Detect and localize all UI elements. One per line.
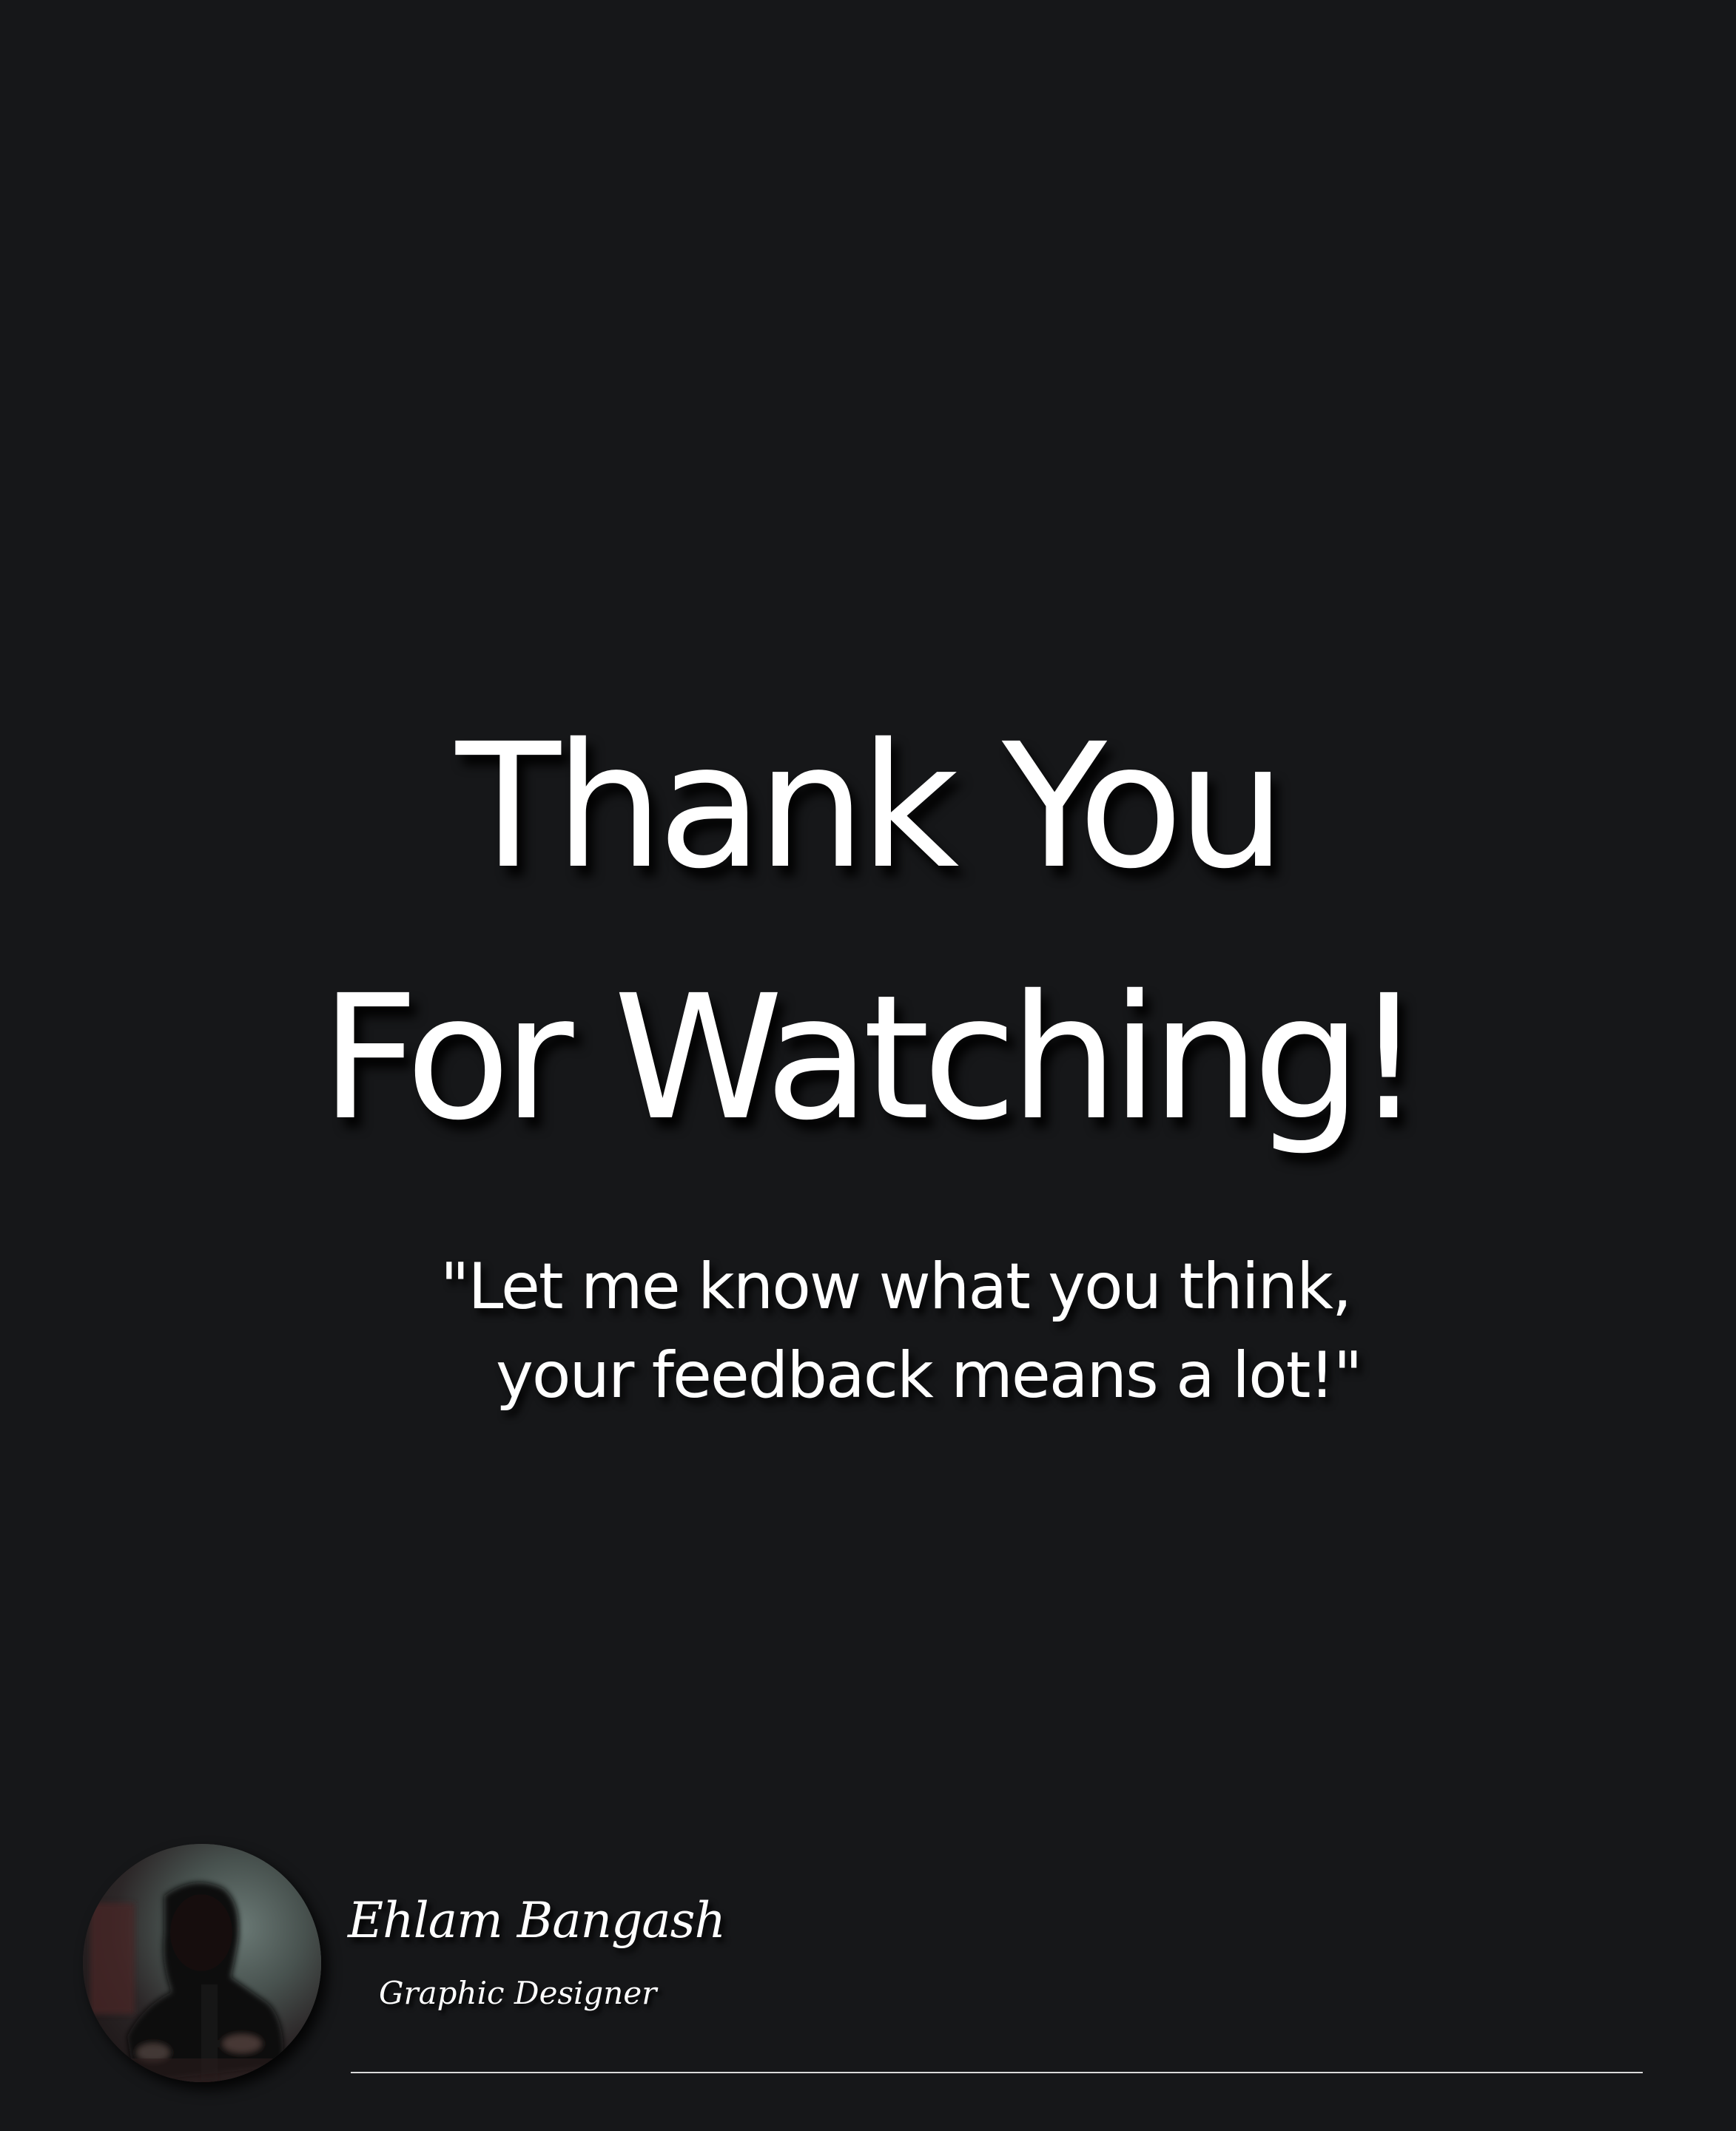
- avatar: [83, 1844, 321, 2082]
- feedback-quote-line-1: "Let me know what you think,: [440, 1250, 1352, 1324]
- headline-for-watching: For Watching!: [320, 958, 1423, 1158]
- profile-photo-icon: [83, 1844, 321, 2082]
- divider-line: [351, 2072, 1643, 2073]
- author-name: Ehlam Bangash: [348, 1892, 726, 1949]
- author-role: Graphic Designer: [379, 1975, 657, 2011]
- headline-thank-you: Thank You: [456, 707, 1286, 906]
- thank-you-slide: Thank You For Watching! "Let me know wha…: [0, 0, 1736, 2131]
- feedback-quote-line-2: your feedback means a lot!": [496, 1339, 1362, 1413]
